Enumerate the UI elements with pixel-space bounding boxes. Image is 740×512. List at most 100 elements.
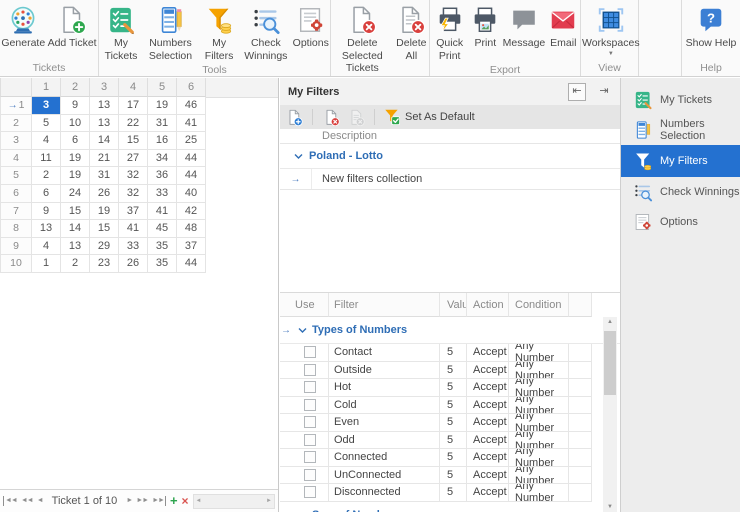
value-cell[interactable]: 5: [440, 431, 467, 449]
condition-cell[interactable]: Any Number: [509, 449, 569, 467]
action-cell[interactable]: Accept: [467, 431, 509, 449]
action-cell[interactable]: Accept: [467, 414, 509, 432]
row-header[interactable]: 6: [0, 184, 32, 203]
ticket-number-cell[interactable]: 1: [32, 255, 61, 273]
vscroll-down-icon[interactable]: ▼: [603, 504, 617, 510]
condition-cell[interactable]: Any Number: [509, 379, 569, 397]
ticket-number-cell[interactable]: 27: [119, 149, 148, 168]
ticket-number-cell[interactable]: 9: [32, 202, 61, 221]
use-checkbox[interactable]: [304, 486, 316, 499]
nav-next-page-icon[interactable]: ►►: [136, 496, 149, 506]
my-tickets-button[interactable]: My Tickets: [99, 4, 143, 63]
ticket-number-cell[interactable]: 13: [90, 97, 119, 115]
condition-cell[interactable]: Any Number: [509, 484, 569, 502]
collection-group-row[interactable]: Poland - Lotto: [280, 144, 620, 169]
vertical-scrollbar[interactable]: ▲ ▼: [603, 317, 617, 512]
ticket-number-cell[interactable]: 15: [90, 220, 119, 238]
ticket-number-cell[interactable]: 33: [119, 237, 148, 256]
ticket-number-cell[interactable]: 15: [119, 132, 148, 150]
ticket-number-cell[interactable]: 35: [148, 237, 177, 256]
filter-name-cell[interactable]: Outside: [329, 361, 440, 379]
filter-name-cell[interactable]: Even: [329, 414, 440, 432]
row-header[interactable]: 9: [0, 237, 32, 256]
ticket-number-cell[interactable]: 6: [61, 132, 90, 150]
ticket-number-cell[interactable]: 32: [119, 167, 148, 185]
ticket-number-cell[interactable]: 13: [61, 237, 90, 256]
use-checkbox[interactable]: [304, 346, 316, 359]
value-cell[interactable]: 5: [440, 361, 467, 379]
vscroll-thumb[interactable]: [604, 331, 616, 395]
hscroll-left-icon[interactable]: ◄: [196, 498, 202, 504]
ticket-number-cell[interactable]: 9: [61, 97, 90, 115]
column-header-use[interactable]: Use: [292, 293, 329, 317]
ticket-number-cell[interactable]: 26: [119, 255, 148, 273]
column-header-action[interactable]: Action: [467, 293, 509, 317]
ticket-number-cell[interactable]: 44: [177, 149, 206, 168]
column-header-filter[interactable]: Filter: [329, 293, 440, 317]
nav-next-icon[interactable]: ►: [126, 496, 133, 506]
delete-row-icon[interactable]: ×: [182, 495, 189, 507]
nav-prev-icon[interactable]: ◄: [37, 496, 44, 506]
ticket-number-cell[interactable]: 4: [32, 132, 61, 150]
ticket-number-cell[interactable]: 36: [148, 167, 177, 185]
ticket-number-cell[interactable]: 33: [148, 184, 177, 203]
chevron-down-icon[interactable]: [298, 327, 307, 334]
column-header[interactable]: 4: [119, 78, 148, 97]
ticket-number-cell[interactable]: 25: [177, 132, 206, 150]
sidebar-item-check-winnings[interactable]: Check Winnings: [621, 177, 740, 207]
ticket-number-cell[interactable]: 46: [177, 97, 206, 115]
generate-button[interactable]: Generate: [0, 4, 46, 51]
filter-group-row[interactable]: → Types of Numbers: [280, 317, 620, 344]
row-header[interactable]: 5: [0, 167, 32, 185]
row-header[interactable]: 3: [0, 132, 32, 150]
action-cell[interactable]: Accept: [467, 361, 509, 379]
condition-cell[interactable]: Any Number: [509, 466, 569, 484]
ticket-number-cell[interactable]: 23: [90, 255, 119, 273]
ticket-number-cell[interactable]: 2: [61, 255, 90, 273]
filter-name-cell[interactable]: UnConnected: [329, 466, 440, 484]
ticket-number-cell[interactable]: 40: [177, 184, 206, 203]
condition-cell[interactable]: Any Number: [509, 361, 569, 379]
set-as-default-button[interactable]: Set As Default: [383, 108, 475, 126]
ticket-number-cell[interactable]: 13: [90, 114, 119, 133]
print-button[interactable]: Print: [469, 4, 501, 51]
condition-cell[interactable]: Any Number: [509, 344, 569, 362]
ticket-number-cell[interactable]: 14: [90, 132, 119, 150]
column-header[interactable]: 2: [61, 78, 90, 97]
filter-name-cell[interactable]: Disconnected: [329, 484, 440, 502]
ticket-number-cell[interactable]: 26: [90, 184, 119, 203]
filter-name-cell[interactable]: Cold: [329, 396, 440, 414]
ticket-number-cell[interactable]: 17: [119, 97, 148, 115]
ticket-number-cell[interactable]: 45: [148, 220, 177, 238]
delete-selected-tickets-button[interactable]: Delete Selected Tickets: [331, 4, 394, 76]
filter-collection-row[interactable]: → New filters collection: [280, 169, 620, 190]
nav-last-icon[interactable]: ►►: [152, 496, 166, 506]
ticket-number-cell[interactable]: 44: [177, 167, 206, 185]
sidebar-item-options[interactable]: Options: [621, 207, 740, 237]
email-button[interactable]: Email: [547, 4, 580, 51]
ticket-number-cell[interactable]: 13: [32, 220, 61, 238]
value-cell[interactable]: 5: [440, 344, 467, 362]
column-header[interactable]: 1: [32, 78, 61, 97]
filter-group-row-partial[interactable]: Sum of Numbers: [280, 501, 620, 512]
ticket-number-cell[interactable]: 24: [61, 184, 90, 203]
use-checkbox[interactable]: [304, 416, 316, 429]
condition-cell[interactable]: Any Number: [509, 431, 569, 449]
horizontal-scrollbar[interactable]: ◄ ►: [192, 493, 275, 509]
clear-filters-button-disabled[interactable]: [346, 107, 366, 127]
use-checkbox[interactable]: [304, 451, 316, 464]
dock-left-icon[interactable]: ⇤: [568, 82, 586, 101]
ticket-number-cell[interactable]: 42: [177, 202, 206, 221]
ticket-number-cell[interactable]: 22: [119, 114, 148, 133]
hscroll-right-icon[interactable]: ►: [266, 498, 272, 504]
ticket-number-cell[interactable]: 2: [32, 167, 61, 185]
action-cell[interactable]: Accept: [467, 484, 509, 502]
ticket-number-cell[interactable]: 34: [148, 149, 177, 168]
options-button[interactable]: Options: [291, 4, 330, 51]
message-button[interactable]: Message: [501, 4, 546, 51]
numbers-selection-button[interactable]: Numbers Selection: [143, 4, 198, 63]
filter-name-cell[interactable]: Connected: [329, 449, 440, 467]
ticket-number-cell[interactable]: 19: [61, 167, 90, 185]
use-checkbox[interactable]: [304, 433, 316, 446]
condition-cell[interactable]: Any Number: [509, 396, 569, 414]
